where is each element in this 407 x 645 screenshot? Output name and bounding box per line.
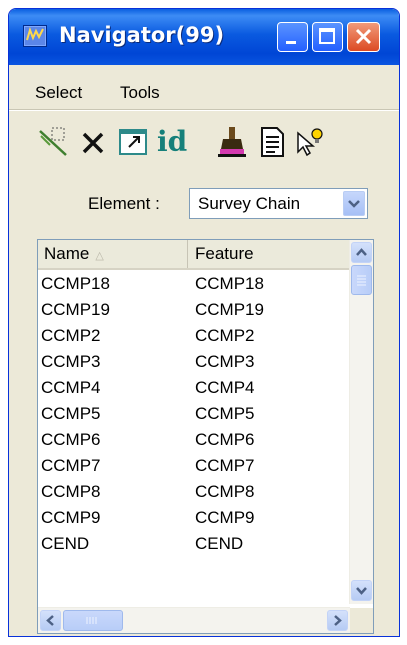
column-header-feature[interactable]: Feature [189,240,350,268]
scroll-down-button[interactable] [351,580,372,601]
close-button[interactable] [347,22,380,52]
cell-name: CCMP8 [41,482,101,501]
table-row[interactable]: CCMP3 CCMP3 [38,348,350,374]
dropdown-button[interactable] [343,191,365,216]
cell-name: CCMP2 [41,326,101,345]
table-row[interactable]: CCMP18 CCMP18 [38,270,350,296]
report-document-icon[interactable] [255,125,289,159]
element-type-dropdown[interactable]: Survey Chain [189,188,368,219]
cell-feature: CCMP18 [195,274,264,293]
chevron-right-icon [328,611,347,630]
menu-divider-highlight [9,110,399,111]
cell-feature: CEND [195,534,244,553]
maximize-icon [313,23,342,51]
scrollbar-corner [350,608,373,633]
table-row[interactable]: CCMP4 CCMP4 [38,374,350,400]
table-row[interactable]: CCMP2 CCMP2 [38,322,350,348]
vertical-scrollbar[interactable] [349,240,373,604]
cell-feature: CCMP8 [195,482,255,501]
table-row[interactable]: CCMP5 CCMP5 [38,400,350,426]
scroll-up-button[interactable] [351,242,372,263]
menu-select[interactable]: Select [35,83,82,103]
fit-view-icon[interactable] [116,125,150,159]
cell-feature: CCMP5 [195,404,255,423]
chevron-left-icon [41,611,60,630]
cell-name: CCMP7 [41,456,101,475]
minimize-icon [278,23,307,51]
menu-tools[interactable]: Tools [120,83,160,103]
table-row[interactable]: CCMP9 CCMP9 [38,504,350,530]
navigator-window: Navigator(99) Select Tools id Element: … [8,8,400,637]
cell-name: CCMP4 [41,378,101,397]
element-filter-label: Element : [88,194,160,213]
table-row[interactable]: CCMP7 CCMP7 [38,452,350,478]
cell-feature: CCMP7 [195,456,255,475]
table-row[interactable]: CEND CEND [38,530,350,556]
list-header: Name △ Feature [38,240,350,270]
query-bulb-icon[interactable] [292,125,326,159]
column-header-name-label: Name [44,244,90,263]
navigator-app-icon[interactable] [23,25,47,47]
list-rows: CCMP18 CCMP18 CCMP19 CCMP19 CCMP2 CCMP2 CCM… [38,270,350,556]
horizontal-scroll-thumb[interactable] [63,610,123,631]
highlight-paint-icon[interactable] [215,125,249,159]
cell-feature: CCMP2 [195,326,255,345]
cell-name: CCMP19 [41,300,110,319]
window-title: Navigator(99) [59,23,225,47]
table-row[interactable]: CCMP8 CCMP8 [38,478,350,504]
cell-name: CCMP5 [41,404,101,423]
column-header-name[interactable]: Name △ [38,240,188,268]
cell-name: CCMP3 [41,352,101,371]
minimize-button[interactable] [277,22,308,52]
cell-feature: CCMP9 [195,508,255,527]
scroll-left-button[interactable] [40,610,61,631]
select-chain-icon[interactable] [36,125,70,159]
chevron-up-icon [352,243,371,262]
menu-bar: Select Tools [9,69,399,107]
cell-feature: CCMP19 [195,300,264,319]
vertical-scroll-thumb[interactable] [351,265,372,295]
table-row[interactable]: CCMP6 CCMP6 [38,426,350,452]
chevron-down-icon [344,192,364,215]
cell-name: CCMP6 [41,430,101,449]
close-icon [348,23,379,51]
horizontal-scrollbar[interactable] [38,607,350,633]
cell-feature: CCMP4 [195,378,255,397]
maximize-button[interactable] [312,22,343,52]
delete-x-icon[interactable] [76,125,110,159]
chevron-down-icon [352,581,371,600]
sort-ascending-icon: △ [95,250,104,262]
element-list[interactable]: Name △ Feature CCMP18 CCMP18 CCMP19 CCMP19 … [37,239,374,634]
scroll-right-button[interactable] [327,610,348,631]
cell-feature: CCMP3 [195,352,255,371]
cell-name: CEND [41,534,90,553]
id-icon[interactable]: id [157,125,209,159]
cell-feature: CCMP6 [195,430,255,449]
cell-name: CCMP18 [41,274,110,293]
title-bar[interactable]: Navigator(99) [9,9,399,65]
table-row[interactable]: CCMP19 CCMP19 [38,296,350,322]
cell-name: CCMP9 [41,508,101,527]
element-type-value: Survey Chain [198,194,301,213]
